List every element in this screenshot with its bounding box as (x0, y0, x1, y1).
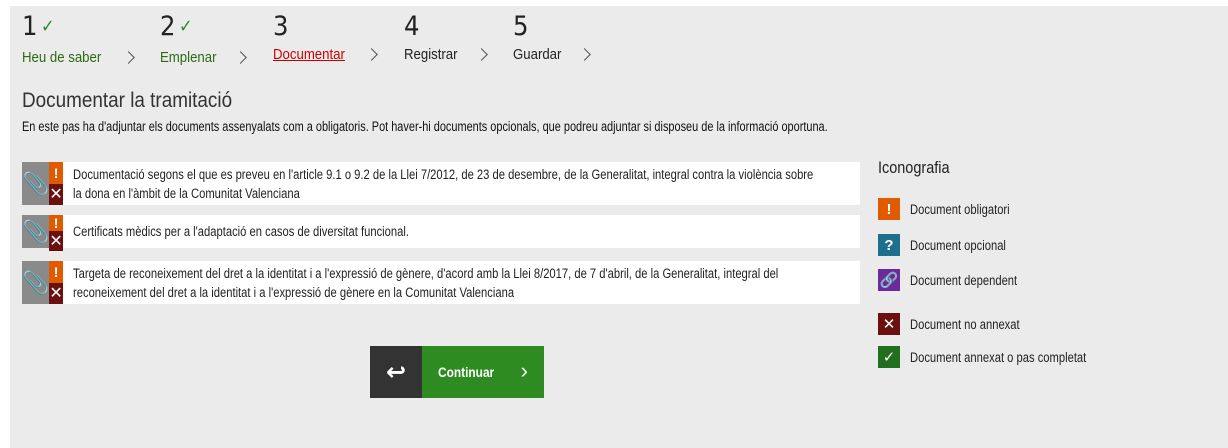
legend-title: Iconografia (878, 158, 950, 177)
x-icon: ✕ (49, 183, 63, 205)
exclamation-icon: ! (49, 261, 63, 283)
link-icon: 🔗 (878, 269, 900, 291)
document-label: Targeta de reconeixement del dret a la i… (72, 265, 779, 300)
paperclip-icon[interactable]: 📎 (22, 215, 50, 248)
step-4[interactable]: 4 Registrar (404, 11, 488, 63)
paperclip-icon[interactable]: 📎 (22, 162, 50, 205)
document-row: 📎 ! ✕ Certificats mèdics per a l'adaptac… (22, 215, 860, 251)
step-number: 3 (273, 11, 288, 42)
iconography-legend: Iconografia ! Document obligatori ? Docu… (878, 158, 1086, 368)
chevron-right-icon (364, 48, 378, 61)
exclamation-icon: ! (878, 198, 900, 220)
document-label: Certificats mèdics per a l'adaptació en … (72, 224, 409, 239)
legend-item: ! Document obligatori (878, 198, 1030, 220)
chevron-right-icon (122, 51, 135, 64)
paperclip-icon[interactable]: 📎 (22, 261, 50, 304)
document-row: 📎 ! ✕ Targeta de reconeixement del dret … (22, 261, 860, 304)
x-icon: ✕ (49, 231, 63, 251)
check-icon: ✓ (178, 16, 193, 37)
document-row: 📎 ! ✕ Documentació segons el que es prev… (22, 162, 860, 205)
document-status: ! ✕ (49, 162, 63, 205)
step-1[interactable]: 1 ✓ Heu de saber (22, 11, 135, 66)
step-number: 2 (160, 11, 175, 42)
step-3[interactable]: 3 Documentar (273, 11, 378, 63)
question-icon: ? (878, 234, 900, 256)
step-number: 4 (404, 11, 419, 42)
document-status: ! ✕ (49, 261, 63, 304)
step-2[interactable]: 2 ✓ Emplenar (160, 11, 248, 66)
document-label: Documentació segons el que es preveu en … (72, 166, 814, 201)
step-number: 5 (513, 11, 528, 42)
exclamation-icon: ! (49, 215, 63, 231)
legend-item: 🔗 Document dependent (878, 269, 1039, 291)
continue-label: Continuar (438, 364, 495, 380)
chevron-right-icon (234, 51, 248, 64)
step-5[interactable]: 5 Guardar (513, 11, 591, 63)
legend-label: Document obligatori (910, 201, 1010, 217)
step-label-heu-de-saber[interactable]: Heu de saber (22, 49, 101, 66)
check-icon: ✓ (40, 16, 55, 37)
exclamation-icon: ! (49, 162, 63, 184)
legend-item: ✓ Document annexat o pas completat (878, 346, 1122, 368)
intro-text: En este pas ha d'adjuntar els documents … (22, 119, 828, 134)
step-number: 1 (22, 11, 37, 42)
legend-label: Document dependent (910, 272, 1018, 288)
step-label-guardar[interactable]: Guardar (513, 46, 561, 63)
legend-label: Document annexat o pas completat (910, 349, 1087, 365)
legend-item: ? Document opcional (878, 234, 1026, 256)
navigation-buttons: ↩ Continuar › (370, 346, 544, 398)
x-icon: ✕ (878, 313, 900, 335)
step-label-documentar[interactable]: Documentar (273, 46, 345, 63)
back-button[interactable]: ↩ (370, 346, 422, 398)
chevron-right-icon (474, 48, 488, 61)
page-title: Documentar la tramitació (22, 89, 233, 112)
check-icon: ✓ (878, 346, 900, 368)
x-icon: ✕ (49, 282, 63, 304)
return-arrow-icon: ↩ (385, 358, 407, 386)
legend-label: Document opcional (910, 237, 1006, 253)
step-label-registrar[interactable]: Registrar (404, 46, 458, 63)
continue-button[interactable]: Continuar › (422, 346, 544, 398)
legend-label: Document no annexat (910, 316, 1020, 332)
step-label-emplenar[interactable]: Emplenar (160, 49, 216, 66)
chevron-right-icon: › (520, 358, 528, 383)
chevron-right-icon (578, 48, 591, 61)
legend-item: ✕ Document no annexat (878, 313, 1042, 335)
document-status: ! ✕ (49, 215, 63, 251)
